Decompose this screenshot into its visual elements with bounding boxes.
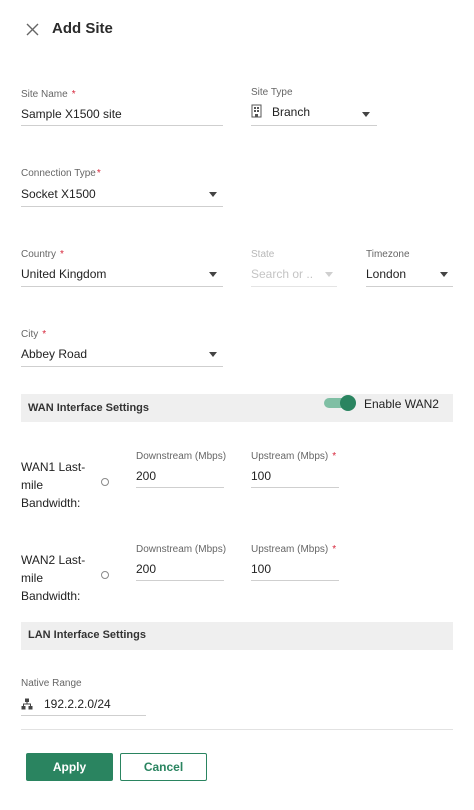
required-marker: * xyxy=(42,329,47,340)
chevron-down-icon xyxy=(325,272,333,277)
timezone-value: London xyxy=(366,267,407,281)
city-value: Abbey Road xyxy=(21,347,88,361)
timezone-select[interactable]: London xyxy=(366,267,453,285)
wan2-label-line3: Bandwidth: xyxy=(21,589,81,603)
chevron-down-icon xyxy=(209,272,217,277)
connection-type-label-text: Connection Type xyxy=(21,168,96,179)
country-label-text: Country xyxy=(21,249,57,260)
connection-type-underline xyxy=(21,206,223,207)
wan2-downstream-label: Downstream (Mbps) xyxy=(136,544,227,555)
site-name-input[interactable]: Sample X1500 site xyxy=(21,107,223,121)
wan1-downstream-input[interactable]: 200 xyxy=(136,469,224,483)
wan2-downstream-input[interactable]: 200 xyxy=(136,562,224,576)
wan1-label-line2: mile xyxy=(21,478,44,492)
wan1-downstream-label: Downstream (Mbps) xyxy=(136,451,227,462)
enable-wan2-toggle[interactable] xyxy=(324,395,358,411)
wan2-upstream-input[interactable]: 100 xyxy=(251,562,339,576)
city-label: City * xyxy=(21,329,46,340)
state-label: State xyxy=(251,249,275,260)
site-type-select[interactable]: Branch xyxy=(251,104,377,124)
wan1-label-line3: Bandwidth: xyxy=(21,496,81,510)
info-icon[interactable] xyxy=(101,478,109,486)
state-select[interactable]: Search or ... xyxy=(251,267,337,285)
wan1-downstream-underline xyxy=(136,487,224,488)
chevron-down-icon xyxy=(362,112,370,117)
site-type-value: Branch xyxy=(272,105,311,119)
required-marker: * xyxy=(332,451,337,462)
site-type-underline xyxy=(251,125,377,126)
site-name-label-text: Site Name xyxy=(21,89,68,100)
site-name-label: Site Name * xyxy=(21,89,76,100)
state-underline xyxy=(251,286,337,287)
wan1-upstream-input[interactable]: 100 xyxy=(251,469,339,483)
wan2-upstream-label: Upstream (Mbps) * xyxy=(251,544,336,555)
site-name-underline xyxy=(21,125,223,126)
city-select[interactable]: Abbey Road xyxy=(21,347,223,365)
connection-type-label: Connection Type* xyxy=(21,168,101,179)
wan2-upstream-underline xyxy=(251,580,339,581)
enable-wan2-label: Enable WAN2 xyxy=(364,397,439,411)
lan-section-title: LAN Interface Settings xyxy=(28,629,146,641)
cancel-button[interactable]: Cancel xyxy=(120,753,207,781)
building-icon xyxy=(251,104,262,123)
chevron-down-icon xyxy=(209,352,217,357)
wan1-upstream-label: Upstream (Mbps) * xyxy=(251,451,336,462)
native-range-label: Native Range xyxy=(21,678,82,689)
network-icon xyxy=(21,697,33,715)
info-icon[interactable] xyxy=(101,571,109,579)
footer-divider xyxy=(21,729,453,730)
connection-type-select[interactable]: Socket X1500 xyxy=(21,187,223,205)
apply-button[interactable]: Apply xyxy=(26,753,113,781)
toggle-knob xyxy=(340,395,356,411)
required-marker: * xyxy=(71,89,76,100)
wan1-label-line1: WAN1 Last- xyxy=(21,460,86,474)
wan1-upstream-label-text: Upstream (Mbps) xyxy=(251,451,329,462)
required-marker: * xyxy=(96,168,101,179)
wan2-bandwidth-label: WAN2 Last- mile Bandwidth: xyxy=(21,551,101,605)
close-icon[interactable] xyxy=(26,23,39,36)
required-marker: * xyxy=(60,249,64,260)
state-placeholder: Search or ... xyxy=(251,267,313,281)
city-label-text: City xyxy=(21,329,39,340)
country-value: United Kingdom xyxy=(21,267,107,281)
city-underline xyxy=(21,366,223,367)
country-label: Country * xyxy=(21,249,64,260)
wan2-upstream-label-text: Upstream (Mbps) xyxy=(251,544,329,555)
wan2-label-line1: WAN2 Last- xyxy=(21,553,86,567)
wan-section-title: WAN Interface Settings xyxy=(28,402,150,414)
chevron-down-icon xyxy=(440,272,448,277)
native-range-input[interactable]: 192.2.2.0/24 xyxy=(44,697,144,711)
wan1-bandwidth-label: WAN1 Last- mile Bandwidth: xyxy=(21,458,101,512)
page-title: Add Site xyxy=(52,20,113,37)
country-underline xyxy=(21,286,223,287)
required-marker: * xyxy=(332,544,337,555)
wan1-upstream-underline xyxy=(251,487,339,488)
wan2-label-line2: mile xyxy=(21,571,44,585)
country-select[interactable]: United Kingdom xyxy=(21,267,223,285)
site-type-label: Site Type xyxy=(251,87,293,98)
connection-type-value: Socket X1500 xyxy=(21,187,96,201)
wan2-downstream-underline xyxy=(136,580,224,581)
timezone-label: Timezone xyxy=(366,249,410,260)
native-range-underline xyxy=(21,715,146,716)
timezone-underline xyxy=(366,286,453,287)
chevron-down-icon xyxy=(209,192,217,197)
